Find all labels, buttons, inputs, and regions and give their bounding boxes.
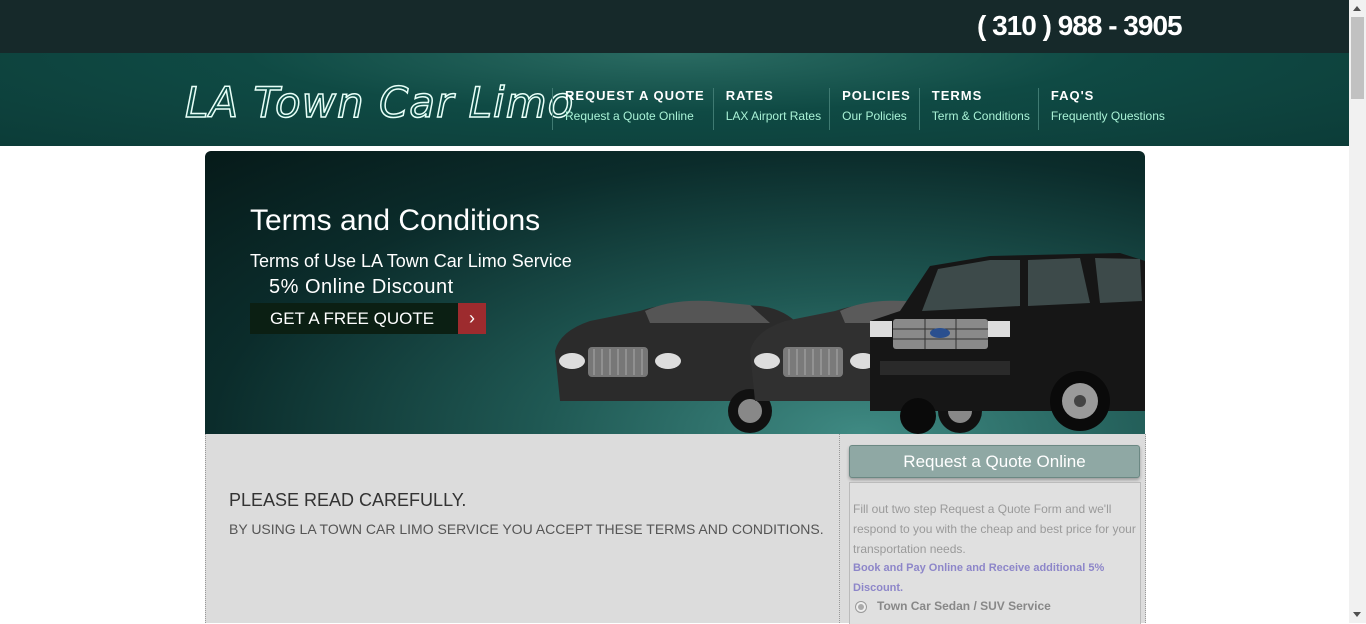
suv-image	[870, 253, 1145, 434]
nav-subtitle[interactable]: Request a Quote Online	[565, 109, 705, 123]
chevron-right-icon: ›	[458, 303, 486, 334]
nav-title[interactable]: POLICIES	[842, 88, 911, 103]
get-free-quote-button[interactable]: GET A FREE QUOTE ›	[250, 303, 486, 334]
nav-subtitle[interactable]: Term & Conditions	[932, 109, 1030, 123]
service-radio-label[interactable]: Town Car Sedan / SUV Service	[877, 599, 1051, 613]
hero-title: Terms and Conditions	[250, 204, 541, 237]
nav-item-terms[interactable]: TERMS Term & Conditions	[918, 88, 1038, 130]
quote-sidebar: Request a Quote Online Fill out two step…	[839, 434, 1146, 624]
scroll-down-icon[interactable]	[1353, 612, 1361, 617]
content-heading: PLEASE READ CAREFULLY.	[229, 490, 467, 510]
cars-image	[555, 253, 1145, 434]
content-text: BY USING LA TOWN CAR LIMO SERVICE YOU AC…	[229, 521, 824, 537]
main-content: PLEASE READ CAREFULLY. BY USING LA TOWN …	[205, 434, 840, 623]
discount-text: 5% Online Discount	[269, 276, 454, 298]
nav-item-faqs[interactable]: FAQ'S Frequently Questions	[1037, 88, 1173, 130]
hero-banner: Terms and Conditions Terms of Use LA Tow…	[205, 151, 1145, 434]
phone-number[interactable]: ( 310 ) 988 - 3905	[977, 10, 1183, 42]
nav-subtitle[interactable]: Frequently Questions	[1051, 109, 1165, 123]
quote-form: Fill out two step Request a Quote Form a…	[849, 482, 1141, 624]
nav-item-policies[interactable]: POLICIES Our Policies	[829, 88, 919, 130]
nav-item-request-quote[interactable]: REQUEST A QUOTE Request a Quote Online	[552, 88, 713, 130]
nav-item-rates[interactable]: RATES LAX Airport Rates	[712, 88, 829, 130]
hero-subtitle: Terms of Use LA Town Car Limo Service	[250, 251, 572, 271]
scrollbar[interactable]	[1349, 0, 1366, 623]
top-bar: ( 310 ) 988 - 3905	[0, 0, 1349, 53]
site-logo[interactable]: LA Town Car Limo	[184, 77, 574, 128]
nav-title[interactable]: FAQ'S	[1051, 88, 1165, 103]
quote-button-label: GET A FREE QUOTE	[270, 309, 435, 328]
main-nav: REQUEST A QUOTE Request a Quote Online R…	[552, 88, 1173, 130]
nav-subtitle[interactable]: Our Policies	[842, 109, 911, 123]
nav-title[interactable]: TERMS	[932, 88, 1030, 103]
sidebar-intro: Fill out two step Request a Quote Form a…	[853, 502, 1136, 556]
scroll-up-icon[interactable]	[1353, 6, 1361, 11]
nav-subtitle[interactable]: LAX Airport Rates	[726, 109, 821, 123]
sidebar-promo: Book and Pay Online and Receive addition…	[853, 562, 1105, 594]
nav-title[interactable]: RATES	[726, 88, 821, 103]
service-radio[interactable]	[855, 601, 867, 613]
nav-title[interactable]: REQUEST A QUOTE	[565, 88, 705, 103]
scrollbar-thumb[interactable]	[1351, 17, 1364, 99]
sidebar-title: Request a Quote Online	[849, 445, 1140, 478]
